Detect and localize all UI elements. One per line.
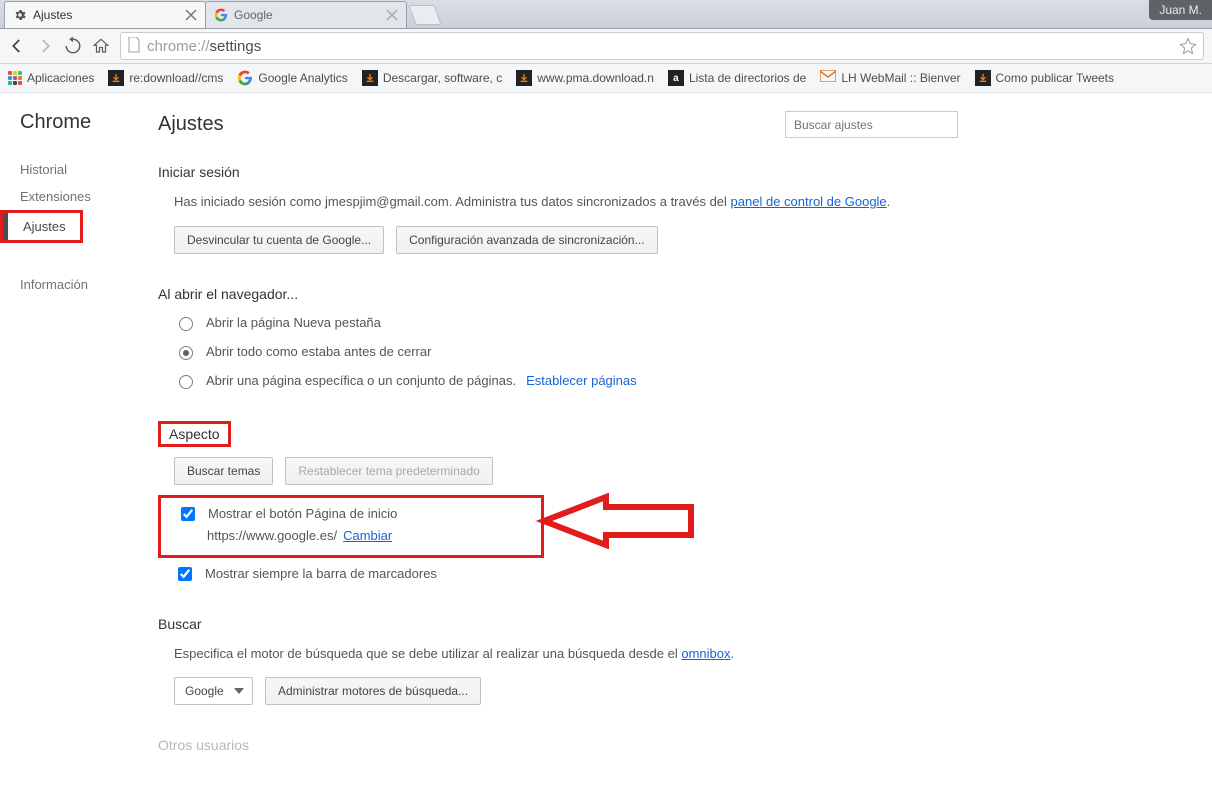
startup-newtab-option[interactable]: Abrir la página Nueva pestaña xyxy=(174,314,958,331)
section-signin: Iniciar sesión Has iniciado sesión como … xyxy=(158,164,958,254)
download-icon xyxy=(975,70,991,86)
bookmark-item[interactable]: Google Analytics xyxy=(237,70,347,86)
settings-sidebar: Chrome Historial Extensiones Ajustes Inf… xyxy=(0,93,150,805)
google-icon xyxy=(237,70,253,86)
show-home-button-checkbox-row[interactable]: Mostrar el botón Página de inicio xyxy=(161,504,541,524)
section-startup: Al abrir el navegador... Abrir la página… xyxy=(158,286,958,389)
close-icon[interactable] xyxy=(386,9,398,21)
user-badge[interactable]: Juan M. xyxy=(1149,0,1212,20)
chrome-brand: Chrome xyxy=(20,111,150,134)
show-bookmarks-bar-checkbox-row[interactable]: Mostrar siempre la barra de marcadores xyxy=(158,564,958,584)
tab-settings[interactable]: Ajustes xyxy=(4,1,206,28)
annotation-arrow-icon xyxy=(536,493,696,549)
close-icon[interactable] xyxy=(185,9,197,21)
reset-theme-button[interactable]: Restablecer tema predeterminado xyxy=(285,457,492,485)
checkbox-input[interactable] xyxy=(178,567,192,581)
forward-button[interactable] xyxy=(36,37,54,55)
url-text: chrome://settings xyxy=(147,38,261,55)
bookmark-star-icon[interactable] xyxy=(1179,37,1197,55)
home-url-value: https://www.google.es/ xyxy=(207,528,337,543)
download-icon xyxy=(108,70,124,86)
google-panel-link[interactable]: panel de control de Google xyxy=(731,194,887,209)
address-bar[interactable]: chrome://settings xyxy=(120,32,1204,60)
section-title: Otros usuarios xyxy=(158,737,958,753)
manage-search-button[interactable]: Administrar motores de búsqueda... xyxy=(265,677,481,705)
folder-icon: a xyxy=(668,70,684,86)
bookmarks-bar: Aplicaciones re:download//cms Google Ana… xyxy=(0,64,1212,93)
google-icon xyxy=(214,8,228,22)
tab-title: Ajustes xyxy=(33,8,179,22)
section-search: Buscar Especifica el motor de búsqueda q… xyxy=(158,616,958,706)
reload-button[interactable] xyxy=(64,37,82,55)
section-title: Iniciar sesión xyxy=(158,164,958,180)
page-icon xyxy=(127,37,141,56)
section-title: Aspecto xyxy=(169,426,220,442)
bookmark-item[interactable]: www.pma.download.n xyxy=(516,70,654,86)
new-tab-button[interactable] xyxy=(408,5,441,25)
home-button[interactable] xyxy=(92,37,110,55)
search-engine-select[interactable]: Google xyxy=(174,677,253,705)
bookmark-item[interactable]: re:download//cms xyxy=(108,70,223,86)
apps-label: Aplicaciones xyxy=(27,71,94,85)
section-appearance: Aspecto Buscar temas Restablecer tema pr… xyxy=(158,421,958,584)
tab-title: Google xyxy=(234,8,380,22)
settings-page: Chrome Historial Extensiones Ajustes Inf… xyxy=(0,93,1212,805)
sidebar-item-extensions[interactable]: Extensiones xyxy=(0,183,150,210)
bookmark-item[interactable]: a Lista de directorios de xyxy=(668,70,806,86)
startup-restore-option[interactable]: Abrir todo como estaba antes de cerrar xyxy=(174,343,958,360)
advanced-sync-button[interactable]: Configuración avanzada de sincronización… xyxy=(396,226,657,254)
download-icon xyxy=(362,70,378,86)
section-title: Buscar xyxy=(158,616,958,632)
tab-strip: Ajustes Google Juan M. xyxy=(0,0,1212,29)
signin-text: Has iniciado sesión como jmespjim@gmail.… xyxy=(158,192,958,212)
unlink-account-button[interactable]: Desvincular tu cuenta de Google... xyxy=(174,226,384,254)
omnibox-link[interactable]: omnibox xyxy=(681,646,730,661)
mail-icon xyxy=(820,70,836,86)
back-button[interactable] xyxy=(8,37,26,55)
browse-themes-button[interactable]: Buscar temas xyxy=(174,457,273,485)
radio-input[interactable] xyxy=(179,346,193,360)
radio-input[interactable] xyxy=(179,317,193,331)
sidebar-item-about[interactable]: Información xyxy=(0,271,150,298)
radio-input[interactable] xyxy=(179,375,193,389)
page-title: Ajustes xyxy=(158,113,224,136)
section-other-users: Otros usuarios xyxy=(158,737,958,753)
bookmark-item[interactable]: LH WebMail :: Bienver xyxy=(820,70,960,86)
section-title: Al abrir el navegador... xyxy=(158,286,958,302)
sidebar-item-history[interactable]: Historial xyxy=(0,156,150,183)
checkbox-input[interactable] xyxy=(181,507,195,521)
startup-specific-option[interactable]: Abrir una página específica o un conjunt… xyxy=(174,372,958,389)
settings-content: Ajustes Iniciar sesión Has iniciado sesi… xyxy=(150,93,1018,805)
nav-toolbar: chrome://settings xyxy=(0,29,1212,64)
download-icon xyxy=(516,70,532,86)
sidebar-item-settings[interactable]: Ajustes xyxy=(3,213,80,240)
search-desc: Especifica el motor de búsqueda que se d… xyxy=(158,644,958,664)
tab-google[interactable]: Google xyxy=(205,1,407,28)
apps-button[interactable]: Aplicaciones xyxy=(8,71,94,85)
search-settings-input[interactable] xyxy=(785,111,958,138)
gear-icon xyxy=(13,8,27,22)
change-home-link[interactable]: Cambiar xyxy=(343,528,392,543)
set-pages-link[interactable]: Establecer páginas xyxy=(526,373,637,388)
apps-grid-icon xyxy=(8,71,22,85)
bookmark-item[interactable]: Como publicar Tweets xyxy=(975,70,1115,86)
bookmark-item[interactable]: Descargar, software, c xyxy=(362,70,502,86)
